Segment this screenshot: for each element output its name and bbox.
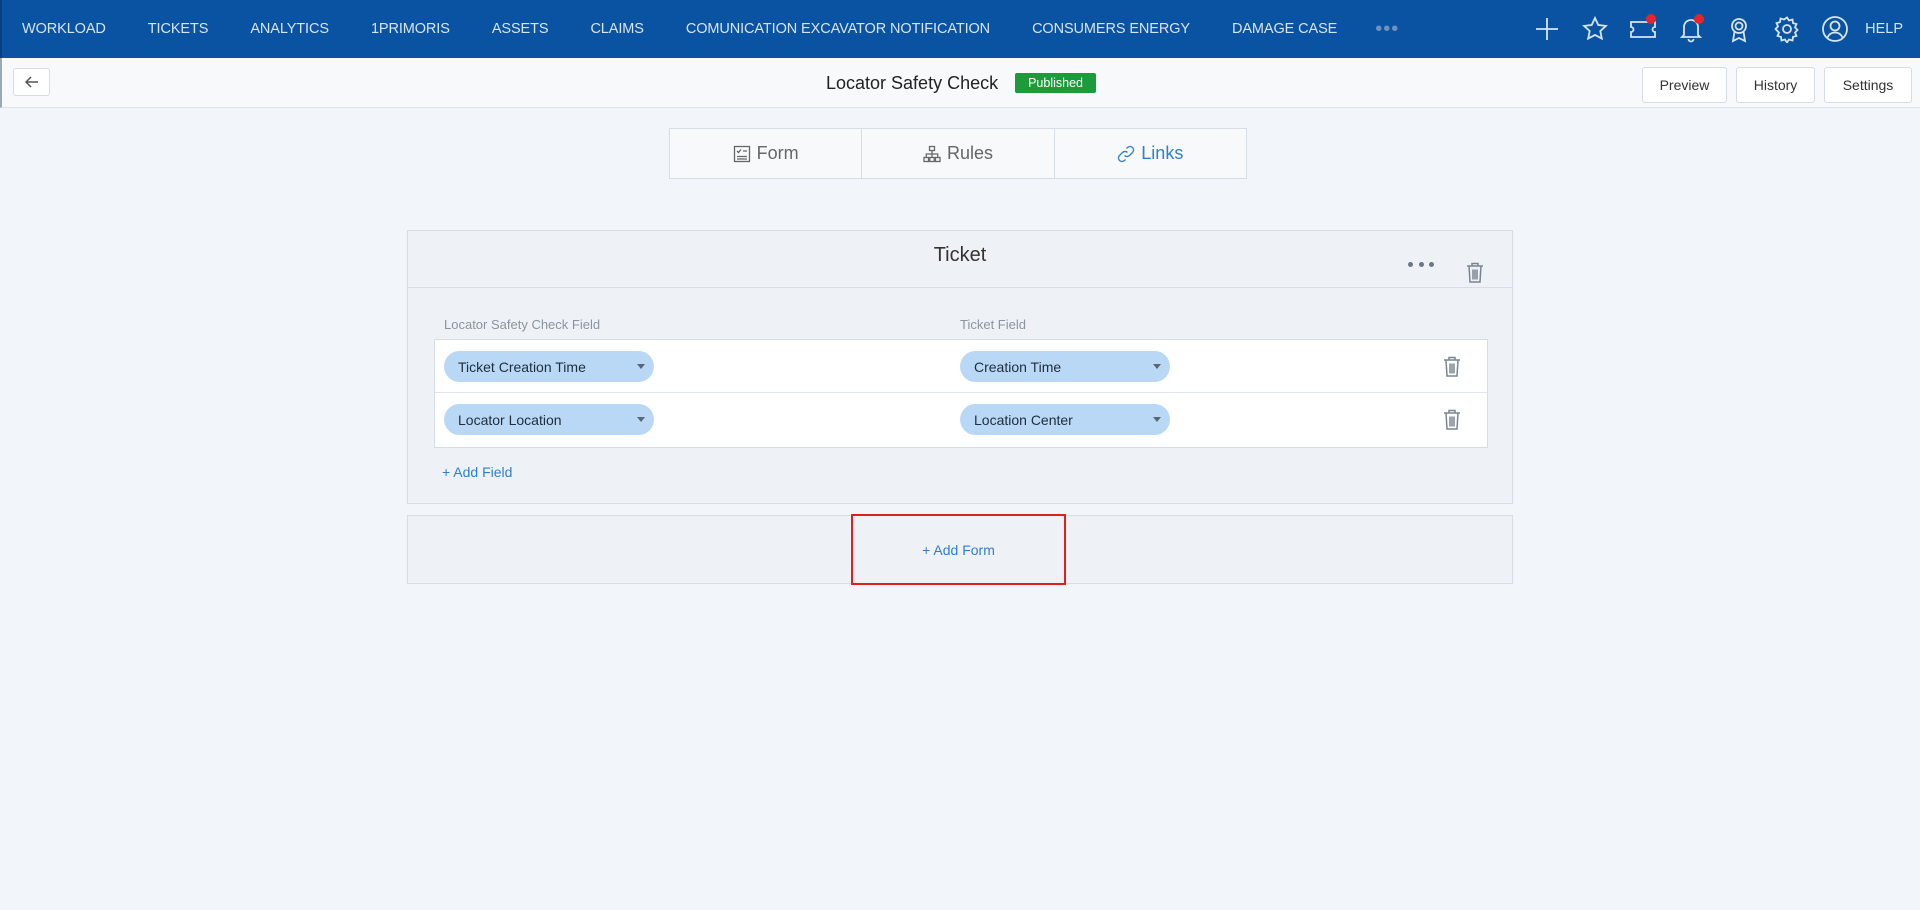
settings-button[interactable]: Settings xyxy=(1824,67,1912,103)
nav-damage-case[interactable]: DAMAGE CASE xyxy=(1232,21,1337,37)
tab-form-label: Form xyxy=(756,143,799,163)
more-options-icon[interactable] xyxy=(1408,259,1434,269)
form-header: Locator Safety Check Published Preview H… xyxy=(0,58,1920,108)
bell-icon[interactable] xyxy=(1667,0,1715,58)
card-title: Ticket xyxy=(933,243,987,266)
tab-links-label: Links xyxy=(1141,143,1184,163)
link-card: Ticket Locator Safety Check Field Ticket… xyxy=(407,230,1513,504)
add-form-label: + Add Form xyxy=(922,541,995,558)
nav-icon-bar: HELP xyxy=(1523,0,1920,58)
add-field-button[interactable]: + Add Field xyxy=(442,464,512,480)
top-nav: WORKLOAD TICKETS ANALYTICS 1PRIMORIS ASS… xyxy=(0,0,1920,58)
nav-comunication-excavator-notification[interactable]: COMUNICATION EXCAVATOR NOTIFICATION xyxy=(686,21,990,37)
gear-icon[interactable] xyxy=(1763,0,1811,58)
caret-down-icon xyxy=(1153,364,1161,369)
tab-links[interactable]: Links xyxy=(1055,129,1246,178)
tab-form[interactable]: Form xyxy=(670,129,863,178)
nav-assets[interactable]: ASSETS xyxy=(492,21,549,37)
rules-icon xyxy=(923,145,941,162)
nav-tickets[interactable]: TICKETS xyxy=(148,21,209,37)
page-title: Locator Safety Check xyxy=(826,72,999,93)
nav-workload[interactable]: WORKLOAD xyxy=(22,21,106,37)
tab-rules-label: Rules xyxy=(946,143,993,163)
back-button[interactable] xyxy=(13,68,50,96)
target-field-value: Creation Time xyxy=(974,358,1062,375)
field-mapping-list: Ticket Creation Time Creation Time Locat… xyxy=(434,339,1488,448)
trash-icon[interactable] xyxy=(1443,409,1461,435)
add-form-button[interactable]: + Add Form xyxy=(851,514,1066,585)
source-field-select[interactable]: Ticket Creation Time xyxy=(444,351,654,382)
trash-icon[interactable] xyxy=(1443,356,1461,382)
source-field-value: Ticket Creation Time xyxy=(458,358,586,375)
nav-consumers-energy[interactable]: CONSUMERS ENERGY xyxy=(1032,21,1190,37)
nav-1primoris[interactable]: 1PRIMORIS xyxy=(371,21,450,37)
user-icon[interactable] xyxy=(1811,0,1859,58)
target-column-header: Ticket Field xyxy=(960,317,1026,332)
source-field-select[interactable]: Locator Location xyxy=(444,404,654,435)
target-field-select[interactable]: Creation Time xyxy=(960,351,1170,382)
plus-icon[interactable] xyxy=(1523,0,1571,58)
target-field-select[interactable]: Location Center xyxy=(960,404,1170,435)
status-badge: Published xyxy=(1015,73,1096,93)
nav-more-button[interactable]: ••• xyxy=(1375,18,1399,41)
form-icon xyxy=(733,145,750,162)
source-column-header: Locator Safety Check Field xyxy=(444,317,601,332)
card-header: Ticket xyxy=(408,231,1512,288)
source-field-value: Locator Location xyxy=(458,411,562,428)
nav-claims[interactable]: CLAIMS xyxy=(590,21,643,37)
mapping-row: Locator Location Location Center xyxy=(435,393,1487,447)
title-wrap: Locator Safety Check Published xyxy=(2,58,1920,108)
nav-items: WORKLOAD TICKETS ANALYTICS 1PRIMORIS ASS… xyxy=(2,0,1399,58)
preview-button[interactable]: Preview xyxy=(1642,67,1727,103)
nav-analytics[interactable]: ANALYTICS xyxy=(250,21,329,37)
help-link[interactable]: HELP xyxy=(1865,21,1903,37)
ticket-icon[interactable] xyxy=(1619,0,1667,58)
history-button[interactable]: History xyxy=(1736,67,1815,103)
target-field-value: Location Center xyxy=(974,411,1073,428)
caret-down-icon xyxy=(1153,417,1161,422)
editor-tabs: Form Rules Links xyxy=(669,128,1247,179)
trash-icon[interactable] xyxy=(1466,262,1484,288)
tab-rules[interactable]: Rules xyxy=(862,129,1055,178)
caret-down-icon xyxy=(637,417,645,422)
link-icon xyxy=(1118,145,1135,162)
caret-down-icon xyxy=(637,364,645,369)
star-icon[interactable] xyxy=(1571,0,1619,58)
award-icon[interactable] xyxy=(1715,0,1763,58)
arrow-left-icon xyxy=(24,76,38,88)
mapping-row: Ticket Creation Time Creation Time xyxy=(435,340,1487,393)
